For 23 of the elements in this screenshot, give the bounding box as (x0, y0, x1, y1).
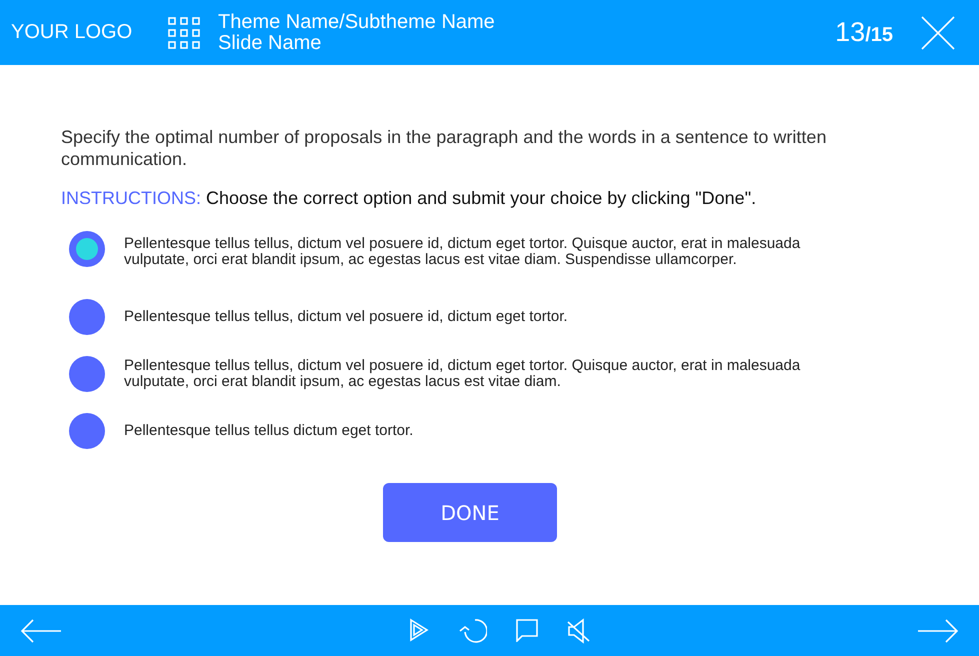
instructions-text: INSTRUCTIONS: Choose the correct option and submit your choice by clicking "Done". (61, 188, 758, 209)
done-button[interactable]: DONE (383, 483, 557, 542)
play-icon[interactable] (408, 618, 428, 642)
speech-bubble-icon[interactable] (514, 618, 538, 642)
replay-icon[interactable] (456, 618, 486, 644)
slide-counter: 13/15 (835, 17, 893, 48)
option-text: Pellentesque tellus tellus, dictum vel posuere id, dictum eget tortor. Quisque auctor, erat in malesuada vulputate, orci erat blandit ipsum, ac egestas lacus est vitae diam. Suspendisse ullamcorper. (124, 236, 802, 268)
logo-text: YOUR LOGO (11, 21, 134, 44)
question-text: Specify the optimal number of proposals in the paragraph and the words in a sentence to written communication. (61, 126, 828, 170)
mute-icon[interactable] (566, 618, 590, 644)
option-text: Pellentesque tellus tellus dictum eget tortor. (124, 422, 414, 438)
theme-title: Theme Name/Subtheme Name (218, 12, 496, 32)
radio-button[interactable] (69, 231, 105, 267)
grid-menu-icon[interactable] (168, 16, 200, 48)
radio-button[interactable] (69, 356, 105, 392)
option-text: Pellentesque tellus tellus, dictum vel posuere id, dictum eget tortor. (124, 308, 569, 324)
radio-button[interactable] (69, 298, 105, 334)
radio-button[interactable] (69, 412, 105, 448)
close-icon[interactable] (921, 16, 955, 50)
slide-title: Slide Name (218, 32, 322, 54)
back-arrow-icon[interactable] (20, 618, 62, 644)
option-text: Pellentesque tellus tellus, dictum vel posuere id, dictum eget tortor. Quisque auctor, erat in malesuada vulputate, orci erat blandit ipsum, ac egestas lacus est vitae diam. (124, 358, 802, 390)
forward-arrow-icon[interactable] (917, 618, 959, 644)
